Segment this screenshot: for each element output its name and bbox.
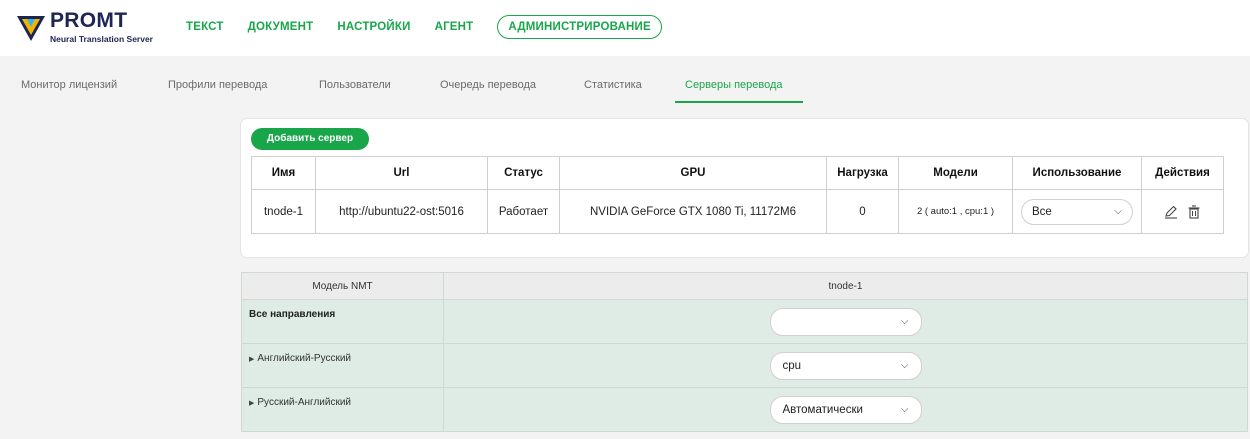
nav-agent[interactable]: АГЕНТ bbox=[435, 21, 474, 33]
tab-statistics[interactable]: Статистика bbox=[584, 79, 642, 91]
triangle-right-icon: ▶ bbox=[249, 356, 255, 363]
server-name: tnode-1 bbox=[251, 189, 316, 234]
table-row: tnode-1 http://ubuntu22-ost:5016 Работае… bbox=[251, 189, 1224, 234]
tab-translation-servers[interactable]: Серверы перевода bbox=[685, 79, 783, 91]
server-models: 2 ( auto:1 , cpu:1 ) bbox=[898, 189, 1013, 234]
active-tab-underline bbox=[675, 101, 803, 103]
servers-panel: Добавить сервер Имя Url Статус GPU Нагру… bbox=[241, 119, 1248, 257]
tab-translation-queue[interactable]: Очередь перевода bbox=[440, 79, 536, 91]
table-row: ▶ Английский-Русский cpu ⌵ bbox=[241, 343, 1248, 388]
usage-select[interactable]: Все ⌵ bbox=[1021, 198, 1133, 225]
en-ru-select[interactable]: cpu ⌵ bbox=[769, 351, 922, 380]
direction-select-cell: ⌵ bbox=[443, 299, 1248, 344]
main-navigation: ТЕКСТ ДОКУМЕНТ НАСТРОЙКИ АГЕНТ АДМИНИСТР… bbox=[186, 14, 662, 40]
top-bar: PROMT Neural Translation Server ТЕКСТ ДО… bbox=[0, 0, 1250, 56]
direction-row-toggle[interactable]: ▶ Русский-Английский bbox=[241, 387, 444, 432]
nav-administration[interactable]: АДМИНИСТРИРОВАНИЕ bbox=[497, 15, 662, 39]
direction-label: Английский-Русский bbox=[257, 353, 351, 364]
tab-license-monitor[interactable]: Монитор лицензий bbox=[21, 79, 117, 91]
servers-table: Имя Url Статус GPU Нагрузка Модели Испол… bbox=[251, 156, 1224, 234]
col-actions: Действия bbox=[1141, 156, 1224, 190]
usage-cell: Все ⌵ bbox=[1012, 189, 1142, 234]
all-directions-select[interactable]: ⌵ bbox=[769, 307, 922, 336]
direction-label: Все направления bbox=[241, 299, 444, 344]
col-usage: Использование bbox=[1012, 156, 1142, 190]
direction-select-cell: Автоматически ⌵ bbox=[443, 387, 1248, 432]
edit-icon[interactable] bbox=[1164, 205, 1178, 219]
chevron-down-icon: ⌵ bbox=[900, 404, 909, 415]
brand-subtitle: Neural Translation Server bbox=[50, 34, 153, 44]
server-status: Работает bbox=[487, 189, 560, 234]
brand-name: PROMT bbox=[50, 9, 128, 32]
servers-table-header: Имя Url Статус GPU Нагрузка Модели Испол… bbox=[251, 156, 1224, 190]
server-load: 0 bbox=[826, 189, 899, 234]
table-row: ▶ Русский-Английский Автоматически ⌵ bbox=[241, 387, 1248, 432]
chevron-down-icon: ⌵ bbox=[900, 360, 909, 371]
nav-text[interactable]: ТЕКСТ bbox=[186, 21, 224, 33]
select-value: Автоматически bbox=[782, 403, 863, 416]
nav-settings[interactable]: НАСТРОЙКИ bbox=[337, 21, 410, 33]
direction-row-toggle[interactable]: ▶ Английский-Русский bbox=[241, 343, 444, 388]
actions-cell bbox=[1141, 189, 1224, 234]
direction-label: Русский-Английский bbox=[257, 397, 351, 408]
triangle-right-icon: ▶ bbox=[249, 400, 255, 407]
col-name: Имя bbox=[251, 156, 316, 190]
model-table-header: Модель NMT tnode-1 bbox=[241, 272, 1248, 300]
ru-en-select[interactable]: Автоматически ⌵ bbox=[769, 395, 922, 424]
nav-document[interactable]: ДОКУМЕНТ bbox=[248, 21, 314, 33]
promt-logo-icon bbox=[17, 16, 45, 41]
model-assignment-table: Модель NMT tnode-1 Все направления ⌵ ▶ Ан… bbox=[241, 272, 1248, 432]
trash-icon[interactable] bbox=[1187, 204, 1201, 219]
col-models: Модели bbox=[898, 156, 1013, 190]
select-value: cpu bbox=[782, 359, 802, 372]
tab-users[interactable]: Пользователи bbox=[319, 79, 391, 91]
direction-select-cell: cpu ⌵ bbox=[443, 343, 1248, 388]
usage-select-value: Все bbox=[1032, 205, 1052, 218]
col-gpu: GPU bbox=[559, 156, 827, 190]
col-url: Url bbox=[315, 156, 488, 190]
table-row: Все направления ⌵ bbox=[241, 299, 1248, 344]
promt-logo[interactable]: PROMT Neural Translation Server bbox=[16, 9, 166, 47]
col-load: Нагрузка bbox=[826, 156, 899, 190]
add-server-button[interactable]: Добавить сервер bbox=[251, 128, 369, 150]
col-node: tnode-1 bbox=[443, 272, 1248, 300]
tab-translation-profiles[interactable]: Профили перевода bbox=[168, 79, 267, 91]
chevron-down-icon: ⌵ bbox=[1114, 206, 1122, 217]
server-gpu: NVIDIA GeForce GTX 1080 Ti, 11172M6 bbox=[559, 189, 827, 234]
col-status: Статус bbox=[487, 156, 560, 190]
admin-sub-navigation: Монитор лицензий Профили перевода Пользо… bbox=[0, 74, 1250, 104]
server-url: http://ubuntu22-ost:5016 bbox=[315, 189, 488, 234]
col-nmt-model: Модель NMT bbox=[241, 272, 444, 300]
chevron-down-icon: ⌵ bbox=[900, 316, 909, 327]
